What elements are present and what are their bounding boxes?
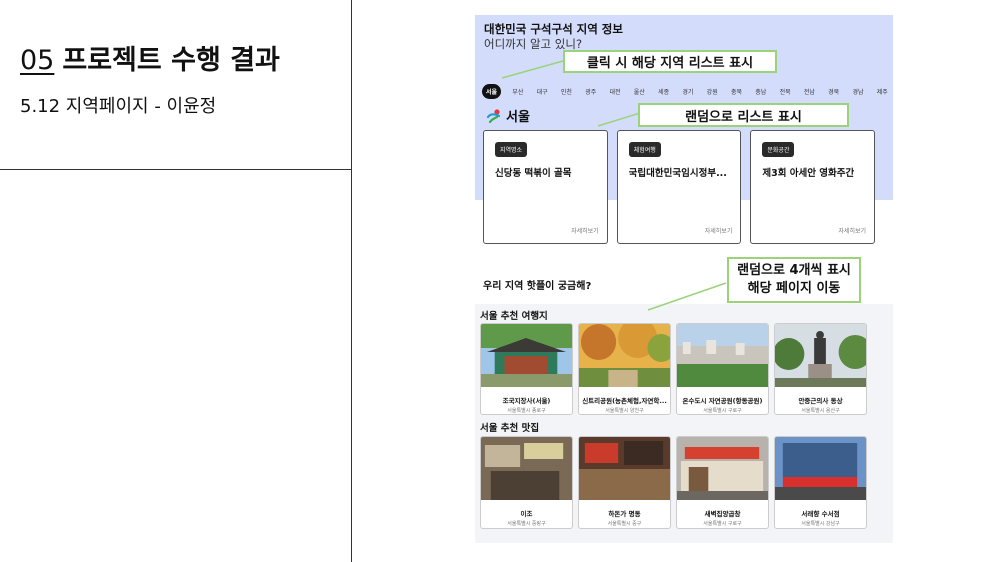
card-more-link[interactable]: 자세히보기: [571, 226, 599, 235]
region-card[interactable]: 지역명소 신당동 떡볶이 골목 자세히보기: [483, 130, 608, 244]
region-tab-chungbuk[interactable]: 충북: [729, 85, 744, 98]
region-tab-gangwon[interactable]: 강원: [705, 85, 720, 98]
hotplace-question: 우리 지역 핫플이 궁금해?: [483, 281, 592, 292]
tour-location: 서울특별시 구로구: [703, 408, 742, 414]
section-title: 05 프로젝트 수행 결과: [20, 38, 280, 77]
region-tabs: 서울 부산 대구 인천 광주 대전 울산 세종 경기 강원 충북 충남 전북 전…: [482, 84, 890, 99]
region-name: 서울: [506, 110, 530, 125]
region-tab-daegu[interactable]: 대구: [535, 85, 550, 98]
card-title: 제3회 아세안 영화주간: [762, 168, 855, 179]
tour-card[interactable]: 조국지장사(서울) 서울특별시 종로구: [480, 323, 573, 415]
park-photo: [579, 324, 670, 387]
tour-location: 서울특별시 용산구: [801, 408, 840, 414]
tour-name: 조국지장사(서울): [502, 397, 551, 405]
restaurant-photo: [677, 437, 768, 500]
section-subtitle: 5.12 지역페이지 - 이윤정: [20, 96, 217, 117]
mockup-title: 대한민국 구석구석 지역 정보: [484, 22, 623, 36]
horizontal-divider: [0, 169, 351, 170]
tour-card[interactable]: 온수도시 자연공원(항동공원) 서울특별시 구로구: [676, 323, 769, 415]
tour-card[interactable]: 안중근의사 동상 서울특별시 용산구: [774, 323, 867, 415]
region-card[interactable]: 문화공간 제3회 아세안 영화주간 자세히보기: [750, 130, 876, 244]
restaurant-photo: [481, 437, 572, 500]
region-tab-gyeongnam[interactable]: 경남: [850, 85, 865, 98]
region-tab-seoul[interactable]: 서울: [482, 84, 502, 99]
food-card[interactable]: 이조 서울특별시 중랑구: [480, 436, 573, 529]
tour-location: 서울특별시 양천구: [605, 408, 644, 414]
food-name: 서래향 수서점: [801, 510, 840, 518]
annotation-random-four-line1: 랜덤으로 4개씩 표시: [737, 263, 851, 279]
region-tab-daejeon[interactable]: 대전: [607, 85, 622, 98]
food-list: 이조 서울특별시 중랑구 하돈가 명동 서울특별시 중구 새벽집양곱창 서울특별…: [480, 436, 888, 529]
card-title: 국립대한민국임시정부...: [628, 168, 727, 179]
region-tab-chungnam[interactable]: 충남: [753, 85, 768, 98]
annotation-random-four-line2: 해당 페이지 이동: [747, 281, 841, 296]
restaurant-photo: [579, 437, 670, 500]
card-title: 신당동 떡볶이 골목: [495, 168, 572, 179]
annotation-click-note: 클릭 시 해당 지역 리스트 표시: [563, 50, 777, 73]
annotation-random-list-note: 랜덤으로 리스트 표시: [638, 103, 849, 127]
region-heading: 서울: [486, 106, 530, 125]
section-number: 05: [20, 45, 55, 76]
food-location: 서울특별시 중구: [607, 521, 642, 527]
region-tab-jeonbuk[interactable]: 전북: [778, 85, 793, 98]
region-tab-gyeonggi[interactable]: 경기: [680, 85, 695, 98]
region-tab-busan[interactable]: 부산: [510, 85, 525, 98]
region-tab-gyeongbuk[interactable]: 경북: [826, 85, 841, 98]
temple-photo: [481, 324, 572, 387]
food-location: 서울특별시 강남구: [801, 521, 840, 527]
recommendations-area: 서울 추천 여행지 조국지장사(서울) 서울특별시 종로구 신트리공원(농촌체험…: [475, 304, 893, 543]
tour-card[interactable]: 신트리공원(농촌체험,자연학... 서울특별시 양천구: [578, 323, 671, 415]
food-location: 서울특별시 구로구: [703, 521, 742, 527]
vertical-divider: [351, 0, 352, 562]
region-tab-jeju[interactable]: 제주: [875, 85, 890, 98]
seoul-logo-icon: [486, 108, 501, 123]
region-tab-sejong[interactable]: 세종: [656, 85, 671, 98]
card-tag: 문화공간: [762, 142, 795, 157]
section-title-text: 프로젝트 수행 결과: [62, 45, 280, 76]
food-card[interactable]: 새벽집양곱창 서울특별시 구로구: [676, 436, 769, 529]
tour-location: 서울특별시 종로구: [507, 408, 546, 414]
region-tab-incheon[interactable]: 인천: [559, 85, 574, 98]
food-location: 서울특별시 중랑구: [507, 521, 546, 527]
card-tag: 지역명소: [495, 142, 528, 157]
food-card[interactable]: 하돈가 명동 서울특별시 중구: [578, 436, 671, 529]
region-tab-gwangju[interactable]: 광주: [583, 85, 598, 98]
annotation-random-four-note: 랜덤으로 4개씩 표시 해당 페이지 이동: [727, 257, 861, 303]
tour-name: 온수도시 자연공원(항동공원): [682, 397, 763, 405]
tour-list: 조국지장사(서울) 서울특별시 종로구 신트리공원(농촌체험,자연학... 서울…: [480, 323, 888, 415]
food-name: 새벽집양곱창: [704, 510, 741, 518]
food-name: 이조: [520, 510, 533, 518]
restaurant-photo: [775, 437, 866, 500]
card-more-link[interactable]: 자세히보기: [838, 226, 866, 235]
food-heading: 서울 추천 맛집: [480, 423, 540, 434]
statue-photo: [775, 324, 866, 387]
annotation-random-list-text: 랜덤으로 리스트 표시: [685, 109, 802, 125]
region-tab-jeonnam[interactable]: 전남: [802, 85, 817, 98]
tour-name: 안중근의사 동상: [798, 397, 843, 405]
food-card[interactable]: 서래향 수서점 서울특별시 강남구: [774, 436, 867, 529]
city-view-photo: [677, 324, 768, 387]
tour-name: 신트리공원(농촌체험,자연학...: [582, 397, 667, 405]
region-tab-ulsan[interactable]: 울산: [632, 85, 647, 98]
region-card[interactable]: 체험여행 국립대한민국임시정부... 자세히보기: [616, 130, 742, 244]
card-more-link[interactable]: 자세히보기: [705, 226, 733, 235]
card-tag: 체험여행: [628, 142, 661, 157]
region-card-list: 지역명소 신당동 떡볶이 골목 자세히보기 체험여행 국립대한민국임시정부...…: [483, 130, 876, 244]
food-name: 하돈가 명동: [608, 510, 641, 518]
slide: 05 프로젝트 수행 결과 5.12 지역페이지 - 이윤정 대한민국 구석구석 …: [0, 0, 1000, 562]
tour-heading: 서울 추천 여행지: [480, 311, 548, 322]
